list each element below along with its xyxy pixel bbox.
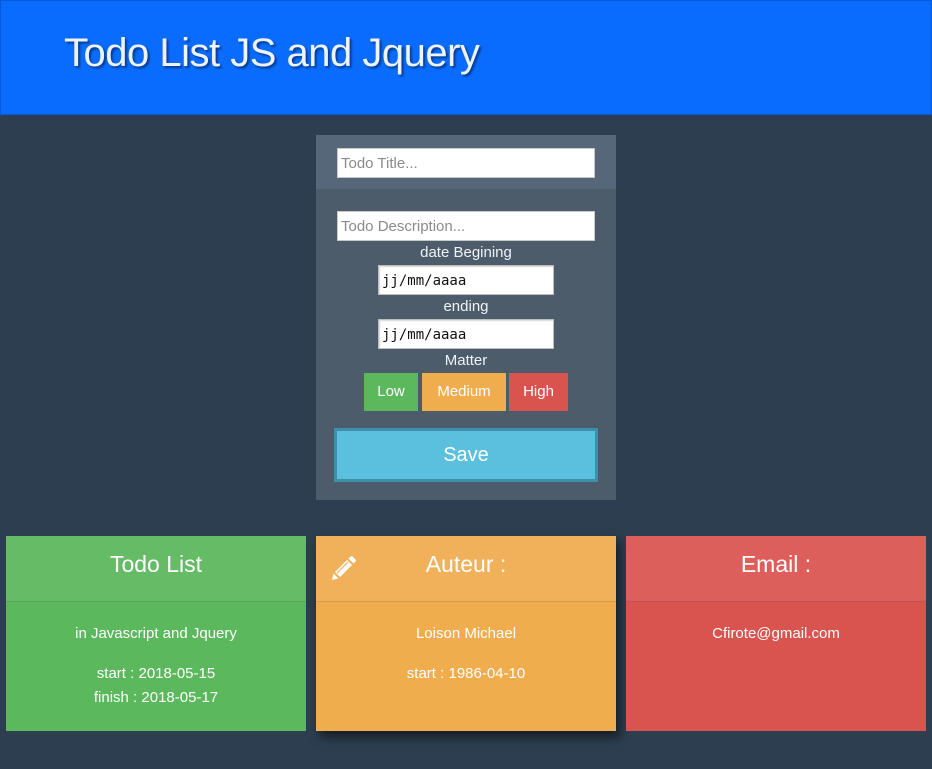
priority-high-button[interactable]: High [509, 373, 568, 411]
page-title: Todo List JS and Jquery [64, 31, 480, 75]
pencil-icon[interactable] [330, 556, 356, 582]
card-title: Email : [626, 536, 926, 602]
card-header: Auteur : [316, 536, 616, 602]
date-end-input[interactable]: jj/mm/aaaa [378, 319, 554, 349]
todo-form: date Begining jj/mm/aaaa ending jj/mm/aa… [316, 135, 616, 500]
header-bar: Todo List JS and Jquery [0, 0, 932, 115]
todo-description-input[interactable] [337, 211, 595, 241]
save-button[interactable]: Save [334, 428, 598, 482]
todo-title-input[interactable] [337, 148, 595, 178]
card-line: finish : 2018-05-17 [93, 689, 219, 706]
date-begin-label: date Begining [420, 244, 512, 261]
card-line: Cfirote@gmail.com [712, 625, 840, 642]
matter-label: Matter [444, 352, 488, 369]
card-line: in Javascript and Jquery [75, 625, 237, 642]
card-line: start : 2018-05-15 [96, 665, 216, 682]
card-line: start : 1986-04-10 [406, 665, 526, 682]
date-begin-input[interactable]: jj/mm/aaaa [378, 265, 554, 295]
priority-medium-button[interactable]: Medium [422, 373, 506, 411]
card-title: Auteur : [425, 551, 507, 577]
card-line: Loison Michael [415, 625, 517, 642]
email-card: Email : Cfirote@gmail.com [626, 536, 926, 731]
priority-low-button[interactable]: Low [364, 373, 418, 411]
author-card: Auteur : Loison Michael start : 1986-04-… [316, 536, 616, 731]
card-title: Todo List [6, 536, 306, 602]
todo-card: Todo List in Javascript and Jquery start… [6, 536, 306, 731]
date-end-label: ending [443, 298, 489, 315]
